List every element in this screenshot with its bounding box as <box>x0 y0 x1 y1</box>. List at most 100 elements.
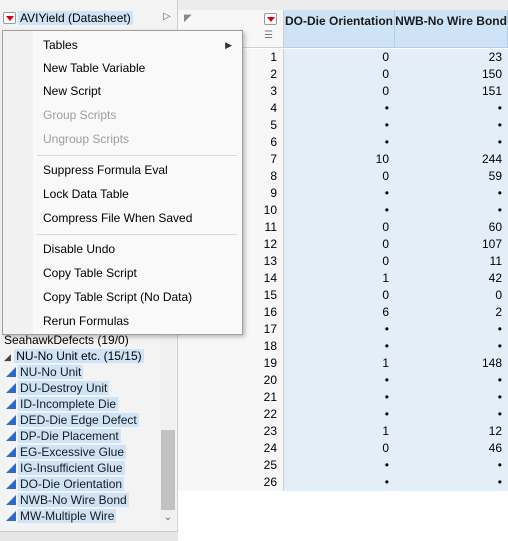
cell-nwb-no-wire-bond[interactable]: • <box>395 134 508 151</box>
cell-nwb-no-wire-bond[interactable]: 150 <box>395 66 508 83</box>
table-row[interactable]: 26 • • <box>178 474 508 491</box>
cell-do-die-orientation[interactable]: 0 <box>284 168 395 185</box>
tree-column-item[interactable]: MW-Multiple Wire <box>0 508 160 524</box>
cell-do-die-orientation[interactable]: • <box>284 185 395 202</box>
cell-nwb-no-wire-bond[interactable]: 2 <box>395 304 508 321</box>
row-number[interactable]: 22 <box>178 406 284 423</box>
cell-do-die-orientation[interactable]: 1 <box>284 270 395 287</box>
cell-do-die-orientation[interactable]: 1 <box>284 355 395 372</box>
cell-nwb-no-wire-bond[interactable]: • <box>395 185 508 202</box>
cell-nwb-no-wire-bond[interactable]: • <box>395 202 508 219</box>
cell-do-die-orientation[interactable]: • <box>284 457 395 474</box>
column-header-do-die-orientation[interactable]: DO-Die Orientation <box>284 10 395 48</box>
select-all-triangle-icon[interactable]: ◤ <box>184 13 192 24</box>
cell-nwb-no-wire-bond[interactable]: 11 <box>395 253 508 270</box>
cell-nwb-no-wire-bond[interactable]: 148 <box>395 355 508 372</box>
menu-item-new-table-variable[interactable]: New Table Variable <box>43 57 238 79</box>
column-list-icon[interactable]: ☰ <box>264 30 273 41</box>
table-row[interactable]: 18 • • <box>178 338 508 355</box>
tree-column-item[interactable]: ID-Incomplete Die <box>0 396 160 412</box>
cell-do-die-orientation[interactable]: 0 <box>284 83 395 100</box>
red-triangle-menu-icon[interactable] <box>3 12 16 24</box>
cell-do-die-orientation[interactable]: 1 <box>284 423 395 440</box>
cell-do-die-orientation[interactable]: 10 <box>284 151 395 168</box>
menu-item-copy-table-script-no-data[interactable]: Copy Table Script (No Data) <box>43 286 238 308</box>
menu-item-rerun-formulas[interactable]: Rerun Formulas <box>43 310 238 332</box>
cell-nwb-no-wire-bond[interactable]: • <box>395 372 508 389</box>
row-number[interactable]: 25 <box>178 457 284 474</box>
cell-do-die-orientation[interactable]: • <box>284 202 395 219</box>
row-number[interactable]: 26 <box>178 474 284 491</box>
columns-red-triangle-icon[interactable] <box>264 13 277 25</box>
cell-do-die-orientation[interactable]: • <box>284 372 395 389</box>
cell-nwb-no-wire-bond[interactable]: • <box>395 474 508 491</box>
row-number[interactable]: 18 <box>178 338 284 355</box>
tree-column-item[interactable]: DED-Die Edge Defect <box>0 412 160 428</box>
row-number[interactable]: 21 <box>178 389 284 406</box>
menu-item-copy-table-script[interactable]: Copy Table Script <box>43 262 238 284</box>
menu-item-disable-undo[interactable]: Disable Undo <box>43 238 238 260</box>
table-row[interactable]: 22 • • <box>178 406 508 423</box>
cell-nwb-no-wire-bond[interactable]: 151 <box>395 83 508 100</box>
cell-nwb-no-wire-bond[interactable]: • <box>395 389 508 406</box>
cell-nwb-no-wire-bond[interactable]: 12 <box>395 423 508 440</box>
cell-do-die-orientation[interactable]: 0 <box>284 66 395 83</box>
menu-item-suppress-formula-eval[interactable]: Suppress Formula Eval <box>43 159 238 181</box>
cell-nwb-no-wire-bond[interactable]: 107 <box>395 236 508 253</box>
row-number[interactable]: 20 <box>178 372 284 389</box>
cell-do-die-orientation[interactable]: • <box>284 134 395 151</box>
cell-do-die-orientation[interactable]: 0 <box>284 49 395 66</box>
cell-do-die-orientation[interactable]: 0 <box>284 219 395 236</box>
cell-do-die-orientation[interactable]: 0 <box>284 253 395 270</box>
cell-do-die-orientation[interactable]: • <box>284 117 395 134</box>
cell-nwb-no-wire-bond[interactable]: 59 <box>395 168 508 185</box>
row-number[interactable]: 19 <box>178 355 284 372</box>
tree-scrollbar-thumb[interactable] <box>161 430 175 510</box>
row-number[interactable]: 24 <box>178 440 284 457</box>
cell-do-die-orientation[interactable]: 0 <box>284 287 395 304</box>
cell-nwb-no-wire-bond[interactable]: 42 <box>395 270 508 287</box>
cell-nwb-no-wire-bond[interactable]: • <box>395 406 508 423</box>
tree-column-item[interactable]: IG-Insufficient Glue <box>0 460 160 476</box>
tree-column-item[interactable]: NU-No Unit <box>0 364 160 380</box>
cell-do-die-orientation[interactable]: • <box>284 474 395 491</box>
cell-do-die-orientation[interactable]: • <box>284 338 395 355</box>
tree-group-nu-no-unit[interactable]: ◢ NU-No Unit etc. (15/15) <box>0 348 160 364</box>
menu-item-lock-data-table[interactable]: Lock Data Table <box>43 183 238 205</box>
column-header-nwb-no-wire-bond[interactable]: NWB-No Wire Bond <box>395 10 508 48</box>
cell-nwb-no-wire-bond[interactable]: 60 <box>395 219 508 236</box>
cell-do-die-orientation[interactable]: • <box>284 100 395 117</box>
cell-do-die-orientation[interactable]: 0 <box>284 440 395 457</box>
table-row[interactable]: 25 • • <box>178 457 508 474</box>
menu-item-new-script[interactable]: New Script <box>43 80 238 102</box>
table-row[interactable]: 20 • • <box>178 372 508 389</box>
tree-column-item[interactable]: DP-Die Placement <box>0 428 160 444</box>
table-row[interactable]: 21 • • <box>178 389 508 406</box>
cell-nwb-no-wire-bond[interactable]: • <box>395 100 508 117</box>
cell-nwb-no-wire-bond[interactable]: 0 <box>395 287 508 304</box>
tree-column-item[interactable]: DU-Destroy Unit <box>0 380 160 396</box>
cell-do-die-orientation[interactable]: • <box>284 406 395 423</box>
row-number[interactable]: 23 <box>178 423 284 440</box>
tree-column-item[interactable]: DO-Die Orientation <box>0 476 160 492</box>
cell-do-die-orientation[interactable]: • <box>284 321 395 338</box>
table-title[interactable]: AVIYield (Datasheet) <box>18 11 133 25</box>
menu-item-tables[interactable]: Tables ▶ <box>43 34 238 56</box>
cell-nwb-no-wire-bond[interactable]: • <box>395 457 508 474</box>
tree-column-item[interactable]: NWB-No Wire Bond <box>0 492 160 508</box>
cell-do-die-orientation[interactable]: 6 <box>284 304 395 321</box>
cell-do-die-orientation[interactable]: 0 <box>284 236 395 253</box>
expand-triangle-icon[interactable]: ◢ <box>4 352 11 362</box>
table-row[interactable]: 24 0 46 <box>178 440 508 457</box>
collapse-arrow-icon[interactable]: ▷ <box>163 11 171 22</box>
cell-nwb-no-wire-bond[interactable]: 244 <box>395 151 508 168</box>
cell-nwb-no-wire-bond[interactable]: • <box>395 338 508 355</box>
scroll-down-arrow-icon[interactable]: ⌄ <box>160 512 176 526</box>
cell-nwb-no-wire-bond[interactable]: • <box>395 321 508 338</box>
menu-item-compress-file-when-saved[interactable]: Compress File When Saved <box>43 207 238 229</box>
cell-do-die-orientation[interactable]: • <box>284 389 395 406</box>
table-row[interactable]: 19 1 148 <box>178 355 508 372</box>
table-row[interactable]: 23 1 12 <box>178 423 508 440</box>
tree-column-item[interactable]: EG-Excessive Glue <box>0 444 160 460</box>
cell-nwb-no-wire-bond[interactable]: 46 <box>395 440 508 457</box>
